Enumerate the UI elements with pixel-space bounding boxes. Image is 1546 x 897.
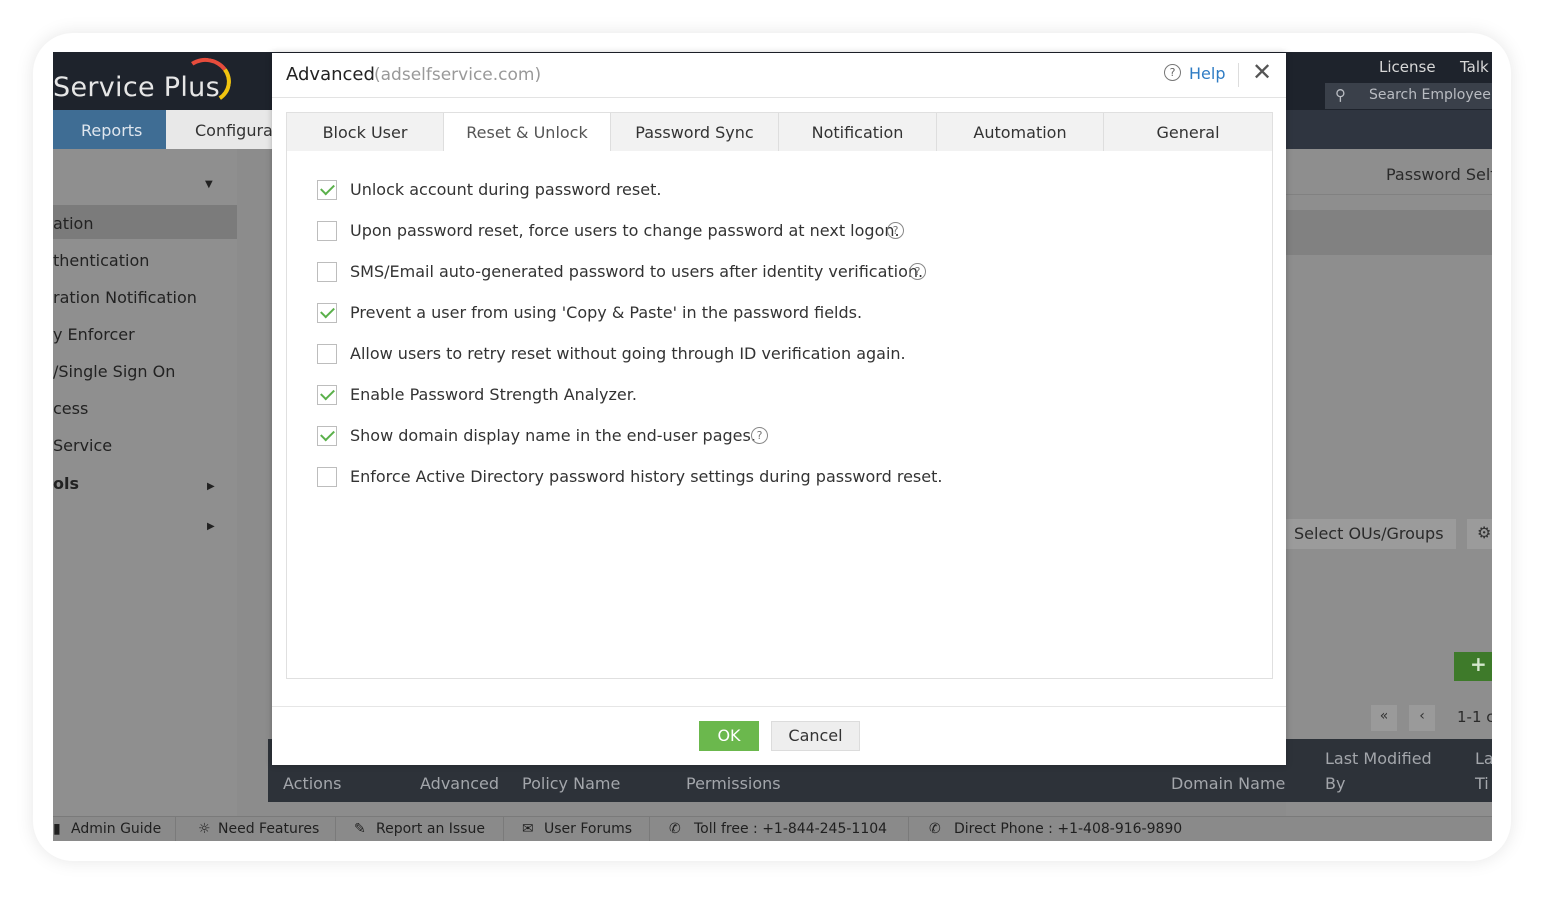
allow-retry-checkbox[interactable] (317, 344, 337, 364)
divider (1286, 194, 1492, 195)
sidebar-item[interactable]: Service (53, 436, 112, 455)
sidebar-item[interactable]: /Single Sign On (53, 362, 175, 381)
ok-button[interactable]: OK (699, 721, 759, 751)
force-change-checkbox[interactable] (317, 221, 337, 241)
tab-reports[interactable]: Reports (53, 110, 166, 149)
divider (175, 817, 176, 841)
option-label: Show domain display name in the end-user… (350, 426, 756, 445)
user-forums-link[interactable]: User Forums (544, 821, 632, 837)
dialog-title: Advanced (286, 64, 375, 85)
checkmark-icon (320, 180, 335, 196)
checkmark-icon (320, 426, 335, 442)
option-label: Prevent a user from using 'Copy & Paste'… (350, 303, 863, 322)
divider (1238, 63, 1239, 87)
help-icon[interactable]: ? (1164, 64, 1181, 81)
option-label: Enforce Active Directory password histor… (350, 467, 943, 486)
divider (503, 817, 504, 841)
column-header: Permissions (686, 774, 781, 793)
divider (649, 817, 650, 841)
divider (908, 817, 909, 841)
sidebar: ▼ ation thentication ration Notification… (53, 149, 237, 841)
phone-icon: ✆ (669, 821, 681, 837)
dialog-header: Advanced (adselfservice.com) ? Help ✕ (272, 53, 1286, 98)
search-employee-input[interactable]: ⚲ Search Employee (1325, 83, 1492, 109)
chevron-right-icon[interactable]: ▶ (207, 481, 215, 492)
question-icon[interactable]: ? (751, 427, 768, 444)
tab-reset-unlock[interactable]: Reset & Unlock (444, 113, 611, 153)
divider (335, 817, 336, 841)
column-header: Policy Name (522, 774, 621, 793)
column-header: La (1475, 749, 1492, 768)
option-label: Enable Password Strength Analyzer. (350, 385, 637, 404)
reset-unlock-panel: Unlock account during password reset. Up… (286, 151, 1273, 679)
tab-block-user[interactable]: Block User (287, 113, 444, 151)
password-self-label: Password Self (1386, 165, 1492, 184)
strength-analyzer-checkbox[interactable] (317, 385, 337, 405)
phone-icon: ✆ (929, 821, 941, 837)
prev-page-icon[interactable]: ‹ (1409, 705, 1435, 731)
sms-email-checkbox[interactable] (317, 262, 337, 282)
sidebar-item[interactable]: ols (53, 474, 79, 493)
checkmark-icon (320, 303, 335, 319)
chevron-down-icon[interactable]: ▼ (205, 179, 213, 190)
report-issue-link[interactable]: Report an Issue (376, 821, 485, 837)
dialog-domain: (adselfservice.com) (374, 65, 542, 85)
option-label: Allow users to retry reset without going… (350, 344, 906, 363)
prevent-copy-paste-checkbox[interactable] (317, 303, 337, 323)
admin-guide-link[interactable]: Admin Guide (71, 821, 161, 837)
license-link[interactable]: License (1379, 58, 1436, 76)
tab-general[interactable]: General (1104, 113, 1272, 151)
search-icon: ⚲ (1335, 86, 1346, 104)
option-label: Upon password reset, force users to chan… (350, 221, 900, 240)
help-link[interactable]: Help (1189, 64, 1225, 83)
question-icon[interactable]: ? (909, 263, 926, 280)
direct-phone-number: Direct Phone : +1-408-916-9890 (954, 821, 1183, 837)
cancel-button[interactable]: Cancel (771, 721, 860, 751)
advanced-settings-dialog: Advanced (adselfservice.com) ? Help ✕ Bl… (272, 53, 1286, 765)
option-label: Unlock account during password reset. (350, 180, 662, 199)
column-header: Actions (283, 774, 342, 793)
question-icon[interactable]: ? (887, 222, 904, 239)
sidebar-item[interactable]: thentication (53, 251, 149, 270)
enforce-history-checkbox[interactable] (317, 467, 337, 487)
lightbulb-icon: ☼ (198, 821, 211, 837)
sidebar-item[interactable]: ation (53, 214, 93, 233)
column-header: Last Modified (1325, 749, 1432, 768)
sidebar-item[interactable]: cess (53, 399, 88, 418)
column-header: By (1325, 774, 1346, 793)
tab-configuration[interactable]: Configurat (166, 110, 286, 149)
settings-tabs: Block User Reset & Unlock Password Sync … (286, 112, 1273, 153)
first-page-icon[interactable]: « (1371, 705, 1397, 731)
forum-icon: ✉ (522, 821, 534, 837)
column-header: Advanced (420, 774, 500, 793)
select-ous-groups-button[interactable]: Select OUs/Groups (1286, 519, 1456, 549)
tab-automation[interactable]: Automation (937, 113, 1104, 151)
domain-display-name-checkbox[interactable] (317, 426, 337, 446)
sidebar-item[interactable]: ration Notification (53, 288, 197, 307)
chevron-right-icon[interactable]: ▶ (207, 521, 215, 532)
footer-bar: ▮ Admin Guide ☼ Need Features ✎ Report a… (53, 816, 1492, 841)
report-icon: ✎ (354, 821, 366, 837)
checkmark-icon (320, 385, 335, 401)
column-header: Ti (1475, 774, 1489, 793)
tab-password-sync[interactable]: Password Sync (611, 113, 779, 151)
option-label: SMS/Email auto-generated password to use… (350, 262, 924, 281)
sidebar-item[interactable]: y Enforcer (53, 325, 135, 344)
unlock-account-checkbox[interactable] (317, 180, 337, 200)
gear-icon[interactable]: ⚙ (1467, 519, 1492, 549)
close-icon[interactable]: ✕ (1252, 59, 1272, 85)
tab-notification[interactable]: Notification (779, 113, 937, 151)
pager-range: 1-1 c (1457, 708, 1492, 726)
header-row (1286, 210, 1492, 255)
book-icon: ▮ (53, 821, 61, 837)
toll-free-number: Toll free : +1-844-245-1104 (694, 821, 888, 837)
need-features-link[interactable]: Need Features (218, 821, 319, 837)
column-header: Domain Name (1171, 774, 1286, 793)
search-placeholder: Search Employee (1369, 87, 1491, 103)
add-button[interactable]: + (1454, 652, 1492, 681)
dialog-footer: OK Cancel (272, 706, 1286, 765)
talk-link[interactable]: Talk (1460, 58, 1489, 76)
